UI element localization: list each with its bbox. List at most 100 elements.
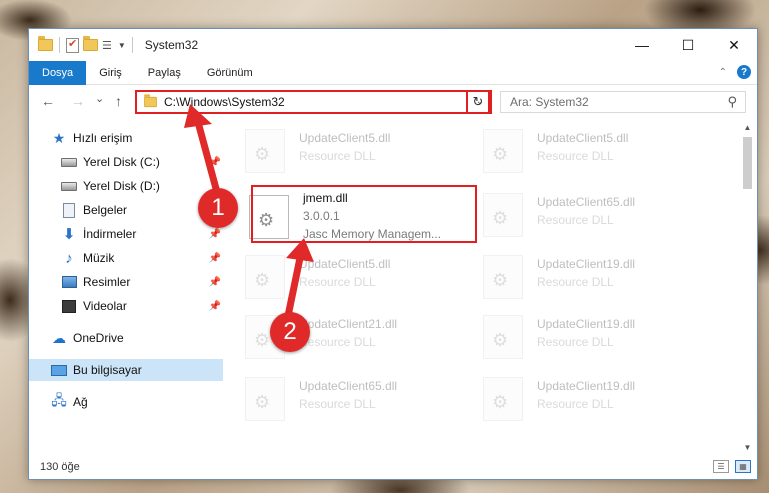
sidebar-item-quick-access[interactable]: ★ Hızlı erişim <box>29 127 223 149</box>
file-item[interactable]: ⚙ UpdateClient19.dll Resource DLL <box>463 367 685 427</box>
gear-icon: ⚙ <box>254 392 271 412</box>
sidebar-item-disk-c[interactable]: Yerel Disk (C:) 📌 <box>29 151 223 173</box>
sidebar-item-label: Hızlı erişim <box>73 131 133 145</box>
file-name: UpdateClient65.dll <box>299 379 398 393</box>
file-description: Resource DLL <box>299 275 376 289</box>
dll-file-icon: ⚙ <box>483 129 523 173</box>
up-button[interactable]: ↑ <box>115 93 122 109</box>
file-name: UpdateClient65.dll <box>537 195 636 209</box>
minimize-button[interactable]: — <box>619 29 665 61</box>
quick-access-toolbar: ☰ ▼ <box>29 36 135 53</box>
help-icon[interactable]: ? <box>737 65 751 79</box>
file-name: UpdateClient5.dll <box>299 131 391 145</box>
pin-icon: 📌 <box>208 300 221 312</box>
navigation-bar: ← → ⌄ ↑ C:\Windows\System32 ⌄ ↻ Ara: Sys… <box>29 85 757 119</box>
pin-icon: 📌 <box>208 156 221 168</box>
file-name: UpdateClient21.dll <box>299 317 398 331</box>
sidebar-item-pictures[interactable]: Resimler 📌 <box>29 271 223 293</box>
gear-icon: ⚙ <box>492 330 509 350</box>
properties-icon[interactable] <box>66 37 79 53</box>
maximize-button[interactable]: ☐ <box>665 29 711 61</box>
navigation-pane: ★ Hızlı erişim Yerel Disk (C:) 📌 Yerel D… <box>29 125 223 455</box>
recent-locations-button[interactable]: ⌄ <box>95 92 104 105</box>
gear-icon: ⚙ <box>492 270 509 290</box>
scrollbar-thumb[interactable] <box>743 137 752 189</box>
sidebar-item-documents[interactable]: Belgeler 📌 <box>29 199 223 221</box>
details-view-icon[interactable]: ☰ <box>713 460 729 473</box>
search-placeholder: Ara: System32 <box>510 95 589 109</box>
cloud-icon: ☁ <box>52 329 66 346</box>
dll-file-icon: ⚙ <box>245 377 285 421</box>
address-bar[interactable]: C:\Windows\System32 ⌄ <box>135 90 492 114</box>
tab-giris[interactable]: Giriş <box>86 61 135 85</box>
sidebar-item-this-pc[interactable]: Bu bilgisayar <box>29 359 223 381</box>
back-button[interactable]: ← <box>41 93 55 109</box>
sidebar-item-videos[interactable]: Videolar 📌 <box>29 295 223 317</box>
file-item[interactable]: ⚙ UpdateClient5.dll Resource DLL <box>225 245 447 305</box>
dll-file-icon: ⚙ <box>245 255 285 299</box>
tab-gorunum[interactable]: Görünüm <box>194 61 266 85</box>
search-input[interactable]: Ara: System32 ⚲ <box>500 91 746 113</box>
gear-icon: ⚙ <box>254 270 271 290</box>
status-bar: 130 öğe ☰ ▦ <box>29 455 757 479</box>
file-description: Resource DLL <box>299 149 376 163</box>
sidebar-item-network[interactable]: 🖧 Ağ <box>29 391 223 413</box>
file-item[interactable]: ⚙ UpdateClient5.dll Resource DLL <box>225 119 447 179</box>
scroll-down-icon[interactable]: ▼ <box>739 439 756 455</box>
file-item[interactable]: ⚙ UpdateClient21.dll Resource DLL <box>225 305 447 365</box>
file-name: UpdateClient5.dll <box>299 257 391 271</box>
file-name: UpdateClient19.dll <box>537 317 636 331</box>
vertical-scrollbar[interactable]: ▲ ▼ <box>739 119 756 455</box>
customize-toolbar-icon[interactable]: ☰ <box>102 39 112 52</box>
file-name: UpdateClient19.dll <box>537 379 636 393</box>
refresh-button[interactable]: ↻ <box>466 90 490 114</box>
tab-paylas[interactable]: Paylaş <box>135 61 194 85</box>
file-description: Resource DLL <box>537 275 614 289</box>
gear-icon: ⚙ <box>254 330 271 350</box>
drive-icon <box>61 181 77 191</box>
tab-dosya[interactable]: Dosya <box>29 60 87 85</box>
gear-icon: ⚙ <box>492 392 509 412</box>
sidebar-item-label: Ağ <box>73 395 88 409</box>
gear-icon: ⚙ <box>254 144 271 164</box>
folder-icon <box>144 94 157 108</box>
sidebar-item-disk-d[interactable]: Yerel Disk (D:) <box>29 175 223 197</box>
title-bar: ☰ ▼ System32 — ☐ ✕ <box>29 29 757 61</box>
forward-button[interactable]: → <box>71 93 85 109</box>
music-icon: ♪ <box>65 249 73 267</box>
sidebar-item-label: Resimler <box>83 275 131 289</box>
file-item[interactable]: ⚙ UpdateClient65.dll Resource DLL <box>225 367 447 427</box>
folder-icon <box>38 36 53 51</box>
file-item[interactable]: ⚙ UpdateClient65.dll Resource DLL <box>463 183 685 243</box>
file-item[interactable]: ⚙ UpdateClient19.dll Resource DLL <box>463 305 685 365</box>
window-controls: — ☐ ✕ <box>619 29 757 61</box>
close-button[interactable]: ✕ <box>711 29 757 61</box>
sidebar-item-label: Müzik <box>83 251 115 265</box>
dll-file-icon: ⚙ <box>483 315 523 359</box>
sidebar-item-label: Bu bilgisayar <box>73 363 142 377</box>
pin-icon: 📌 <box>208 252 221 264</box>
file-item[interactable]: ⚙ UpdateClient5.dll Resource DLL <box>463 119 685 179</box>
file-description: Resource DLL <box>537 335 614 349</box>
computer-icon <box>51 364 67 376</box>
file-name: UpdateClient19.dll <box>537 257 636 271</box>
address-path: C:\Windows\System32 <box>164 95 285 109</box>
file-description: Resource DLL <box>537 397 614 411</box>
file-explorer-window: ☰ ▼ System32 — ☐ ✕ Dosya Giriş Paylaş Gö… <box>28 28 758 480</box>
dll-file-icon: ⚙ <box>483 255 523 299</box>
file-item[interactable]: ⚙ UpdateClient19.dll Resource DLL <box>463 245 685 305</box>
sidebar-item-downloads[interactable]: ⬇ İndirmeler 📌 <box>29 223 223 245</box>
scroll-up-icon[interactable]: ▲ <box>739 119 756 135</box>
tiles-view-icon[interactable]: ▦ <box>735 460 751 473</box>
file-list: ⚙ UpdateClient5.dll Resource DLL ⚙ jmem.… <box>225 119 739 455</box>
expand-ribbon-icon[interactable]: ⌃ <box>719 67 727 78</box>
file-description: Resource DLL <box>537 149 614 163</box>
document-icon <box>63 202 75 218</box>
sidebar-item-onedrive[interactable]: ☁ OneDrive <box>29 327 223 349</box>
sidebar-item-label: Videolar <box>83 299 127 313</box>
sidebar-item-music[interactable]: ♪ Müzik 📌 <box>29 247 223 269</box>
gear-icon: ⚙ <box>492 144 509 164</box>
pin-icon: 📌 <box>208 276 221 288</box>
new-folder-icon[interactable] <box>83 36 98 51</box>
chevron-down-icon[interactable]: ▼ <box>118 41 126 50</box>
